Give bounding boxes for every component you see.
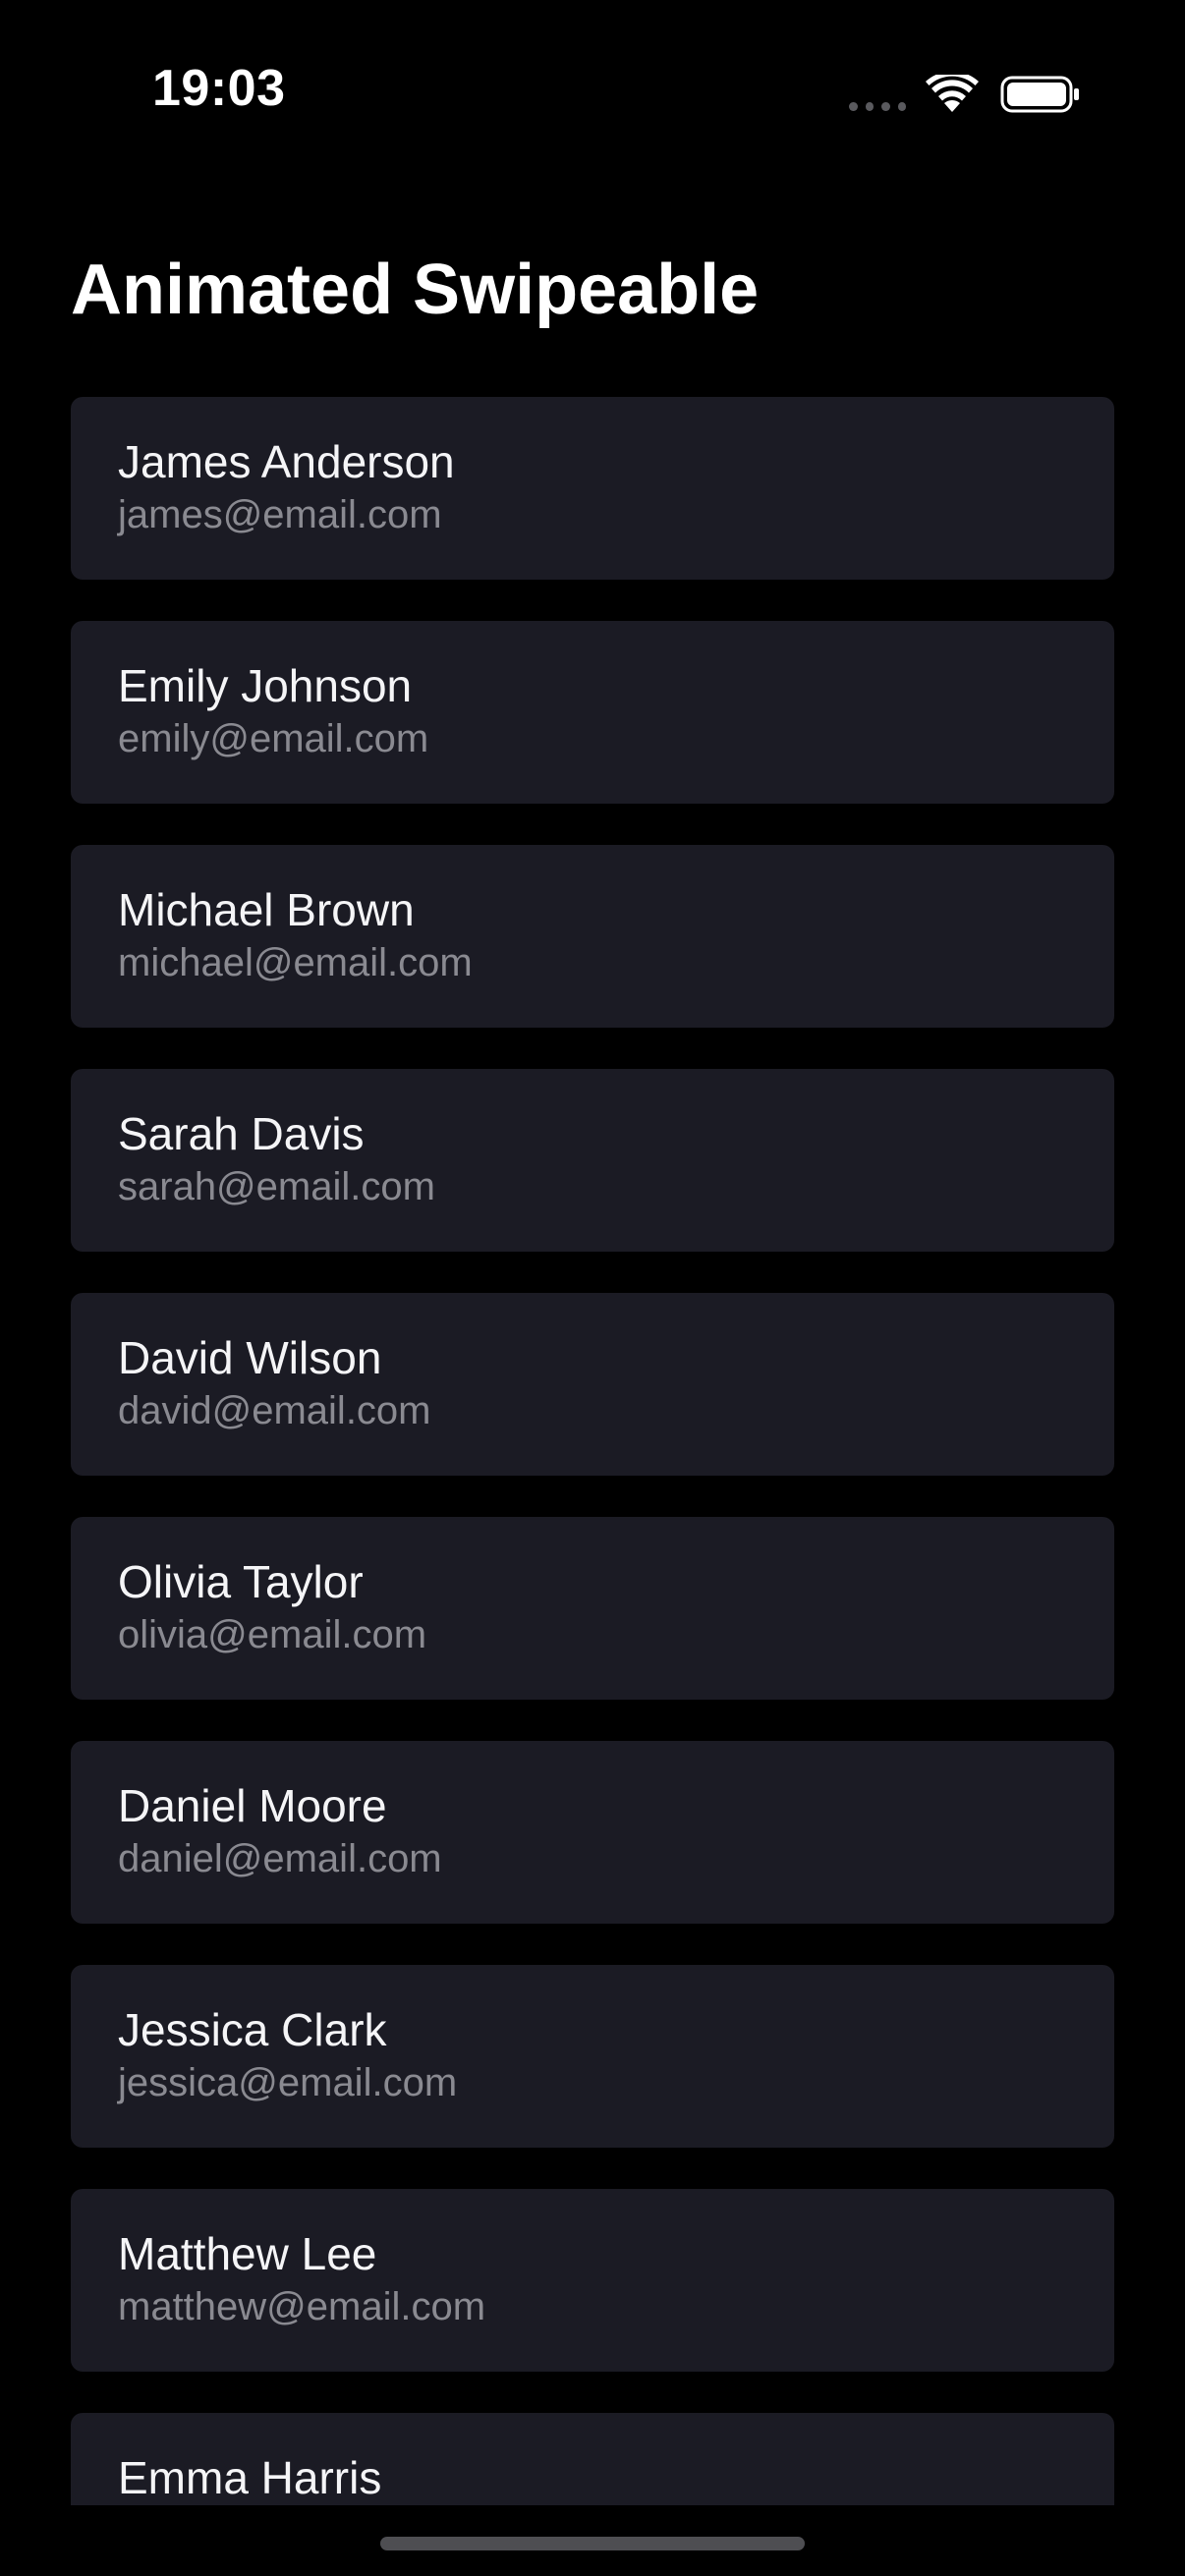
contact-email: michael@email.com [118, 941, 473, 984]
status-bar: 19:03 [0, 0, 1185, 187]
status-time: 19:03 [152, 60, 286, 117]
contact-name: Emily Johnson [118, 660, 413, 711]
battery-icon [1000, 76, 1079, 113]
contact-email: jessica@email.com [118, 2061, 458, 2104]
contact-row[interactable]: Jessica Clark jessica@email.com [71, 1965, 1114, 2148]
signal-icon [849, 102, 906, 111]
contact-list: James Anderson james@email.com Emily Joh… [71, 397, 1114, 2505]
contact-name: Emma Harris [118, 2452, 382, 2503]
contact-name: Daniel Moore [118, 1780, 387, 1831]
contact-row[interactable]: Michael Brown michael@email.com [71, 845, 1114, 1028]
contact-row[interactable]: Olivia Taylor olivia@email.com [71, 1517, 1114, 1700]
contact-email: olivia@email.com [118, 1613, 427, 1656]
contact-email: matthew@email.com [118, 2285, 486, 2328]
contact-row[interactable]: Emily Johnson emily@email.com [71, 621, 1114, 804]
contact-email: david@email.com [118, 1389, 431, 1432]
page-title: Animated Swipeable [71, 251, 760, 329]
contact-row[interactable]: Daniel Moore daniel@email.com [71, 1741, 1114, 1924]
contact-email: sarah@email.com [118, 1165, 435, 1208]
wifi-icon [926, 75, 979, 112]
contact-row[interactable]: David Wilson david@email.com [71, 1293, 1114, 1476]
contact-name: Jessica Clark [118, 2004, 387, 2055]
contact-name: Olivia Taylor [118, 1556, 364, 1607]
contact-name: Michael Brown [118, 884, 415, 935]
contact-name: Sarah Davis [118, 1108, 365, 1159]
home-indicator[interactable] [380, 2537, 805, 2550]
contact-row[interactable]: Emma Harris [71, 2413, 1114, 2505]
contact-email: emily@email.com [118, 717, 429, 760]
contact-row[interactable]: Matthew Lee matthew@email.com [71, 2189, 1114, 2372]
contact-name: Matthew Lee [118, 2228, 377, 2279]
contact-name: James Anderson [118, 436, 455, 487]
contact-email: daniel@email.com [118, 1837, 442, 1880]
contact-email: james@email.com [118, 493, 442, 536]
contact-list-viewport[interactable]: James Anderson james@email.com Emily Joh… [0, 397, 1185, 2505]
contact-name: David Wilson [118, 1332, 382, 1383]
contact-row[interactable]: Sarah Davis sarah@email.com [71, 1069, 1114, 1252]
contact-row[interactable]: James Anderson james@email.com [71, 397, 1114, 580]
